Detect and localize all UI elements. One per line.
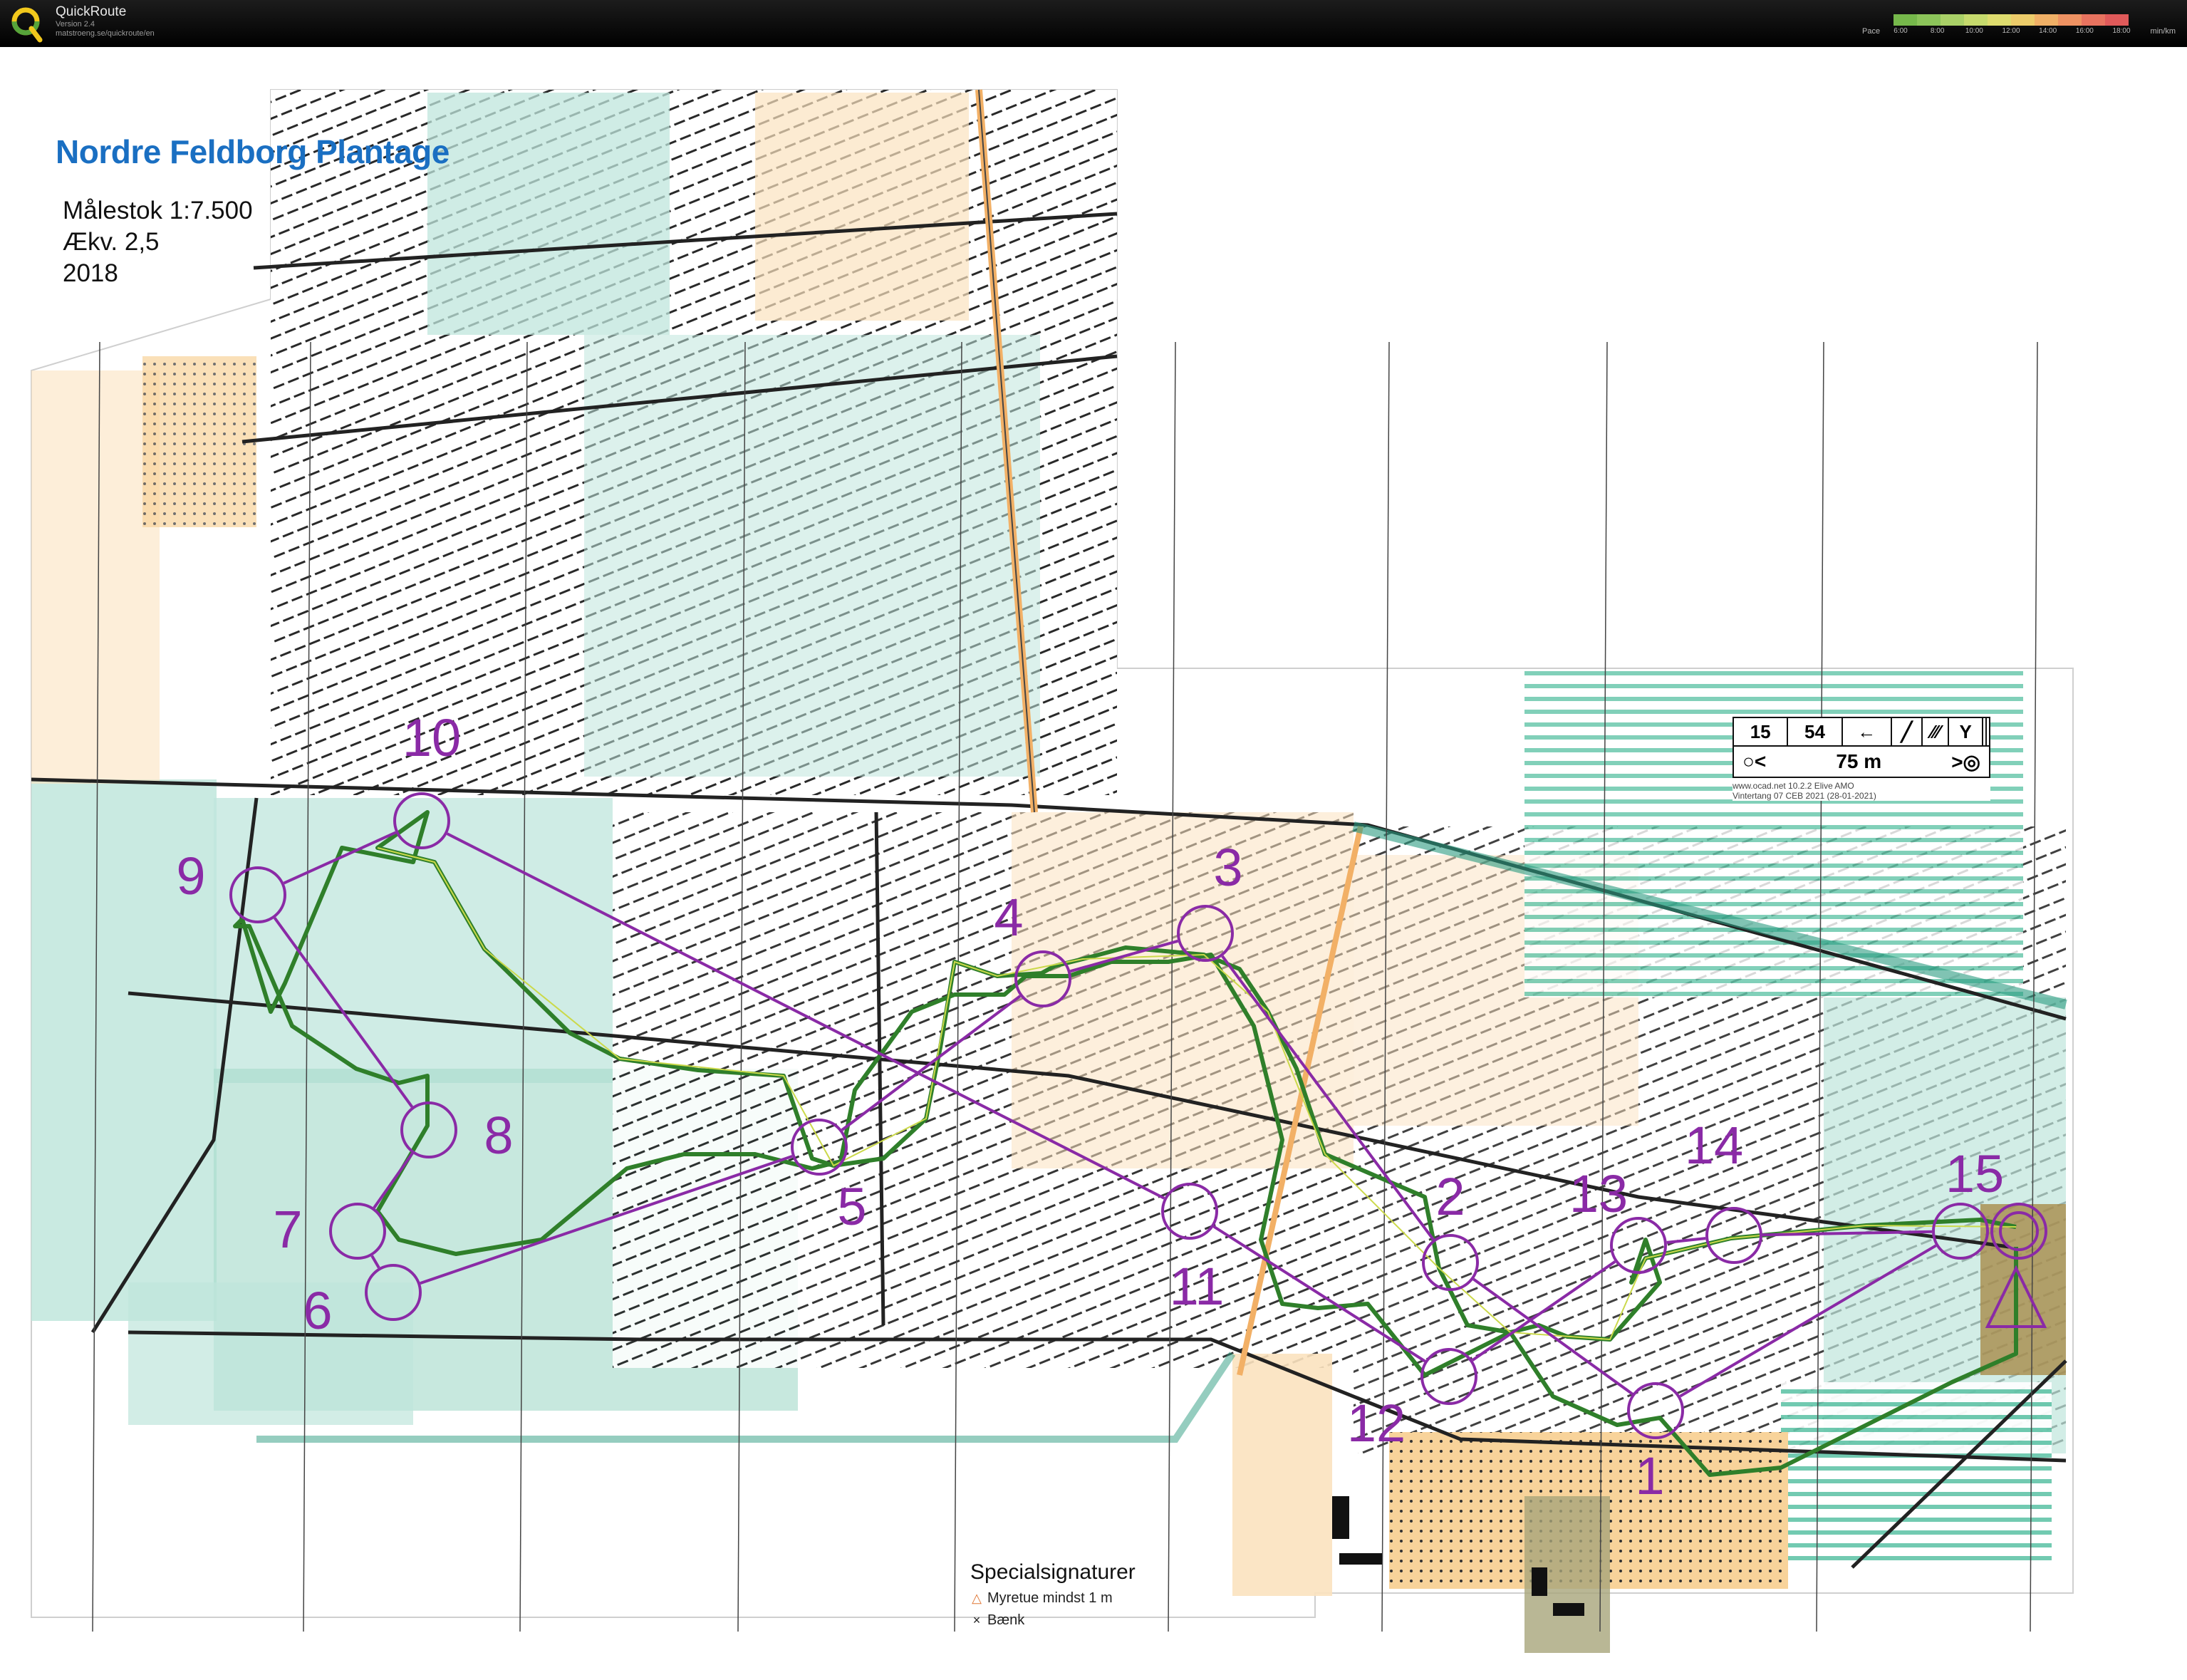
- map-title: Nordre Feldborg Plantage: [56, 133, 450, 170]
- description-cell: Y: [1948, 717, 1984, 747]
- description-cell: ⁄⁄⁄: [1921, 717, 1950, 747]
- control-number-12: 12: [1346, 1394, 1406, 1453]
- control-number-7: 7: [273, 1200, 303, 1259]
- legend-title: Specialsignaturer: [970, 1560, 1136, 1584]
- app-titlebar: QuickRoute Version 2.4 matstroeng.se/qui…: [0, 0, 2187, 47]
- control-number-1: 1: [1635, 1446, 1665, 1505]
- triangle-icon: △: [972, 1591, 982, 1605]
- description-cell: 54: [1787, 717, 1843, 747]
- legend-item-anthill: △ Myretue mindst 1 m: [970, 1590, 1136, 1607]
- map-canvas[interactable]: [0, 47, 2187, 1680]
- control-number-14: 14: [1684, 1116, 1744, 1175]
- description-footer: www.ocad.net 10.2.2 Elive AMO Vintertang…: [1733, 781, 1876, 801]
- pace-tick-label: 10:00: [1965, 27, 1983, 35]
- pace-color-segment: [1988, 14, 2011, 26]
- control-number-5: 5: [837, 1177, 867, 1236]
- map-info: Målestok 1:7.500 Ækv. 2,5 2018: [63, 195, 253, 289]
- pace-color-segment: [1894, 14, 1917, 26]
- pace-unit: min/km: [2150, 27, 2176, 36]
- pace-color-segment: [2011, 14, 2035, 26]
- control-number-10: 10: [402, 708, 462, 767]
- pace-color-segment: [2035, 14, 2058, 26]
- finish-start-arrow-icon: ○<: [1742, 750, 1767, 772]
- quickroute-logo-icon: [11, 7, 43, 43]
- control-description-sheet: 15 54 ← ╱ ⁄⁄⁄ Y ○< 75 m >◎ www.ocad.net 10.2.…: [1732, 717, 1990, 801]
- description-cell: 15: [1732, 717, 1789, 747]
- control-number-11: 11: [1169, 1257, 1225, 1316]
- cross-icon: ×: [972, 1613, 981, 1627]
- map-legend: Specialsignaturer △ Myretue mindst 1 m ×…: [970, 1560, 1136, 1629]
- map-scale: Målestok 1:7.500: [63, 197, 253, 224]
- finish-end-arrow-icon: >◎: [1951, 750, 1980, 773]
- app-name: QuickRoute: [56, 4, 127, 19]
- control-number-15: 15: [1945, 1144, 2005, 1203]
- finish-distance: 75 m: [1836, 750, 1882, 772]
- pace-tick-label: 18:00: [2112, 27, 2131, 35]
- finish-distance-row: ○< 75 m >◎: [1733, 747, 1990, 778]
- orienteering-map[interactable]: Nordre Feldborg Plantage Målestok 1:7.50…: [0, 47, 2187, 1680]
- app-url: matstroeng.se/quickroute/en: [56, 29, 155, 38]
- control-number-6: 6: [303, 1281, 333, 1340]
- control-number-9: 9: [176, 846, 206, 906]
- pace-ticks: 6:00 8:00 10:00 12:00 14:00 16:00 18:00: [1894, 27, 2131, 37]
- pace-color-bar: [1894, 14, 2129, 26]
- pace-tick-label: 12:00: [2002, 27, 2020, 35]
- control-number-13: 13: [1569, 1164, 1628, 1223]
- map-equidistance: Ækv. 2,5: [63, 228, 160, 256]
- pace-scale: Pace 6:00 8:00 10:00 12:00 14:00 16:00 18:00 m…: [1862, 11, 2176, 40]
- pace-label: Pace: [1862, 27, 1881, 36]
- pace-color-segment: [1941, 14, 1964, 26]
- description-cell: [1985, 717, 1990, 747]
- control-number-8: 8: [484, 1106, 514, 1165]
- pace-color-segment: [1917, 14, 1941, 26]
- description-cell: ╱: [1890, 717, 1923, 747]
- legend-item-bench: × Bænk: [970, 1612, 1136, 1629]
- control-number-2: 2: [1435, 1167, 1465, 1226]
- pace-color-segment: [2082, 14, 2105, 26]
- pace-color-segment: [2058, 14, 2082, 26]
- map-year: 2018: [63, 259, 118, 287]
- control-number-3: 3: [1213, 838, 1243, 897]
- pace-tick-label: 14:00: [2039, 27, 2057, 35]
- pace-tick-label: 8:00: [1930, 27, 1945, 35]
- pace-color-segment: [1964, 14, 1988, 26]
- pace-tick-label: 6:00: [1894, 27, 1908, 35]
- control-number-4: 4: [994, 888, 1024, 947]
- app-version: Version 2.4: [56, 20, 95, 28]
- pace-tick-label: 16:00: [2075, 27, 2094, 35]
- pace-color-segment: [2105, 14, 2129, 26]
- description-row: 15 54 ← ╱ ⁄⁄⁄ Y: [1732, 717, 1990, 747]
- description-cell: ←: [1841, 717, 1892, 747]
